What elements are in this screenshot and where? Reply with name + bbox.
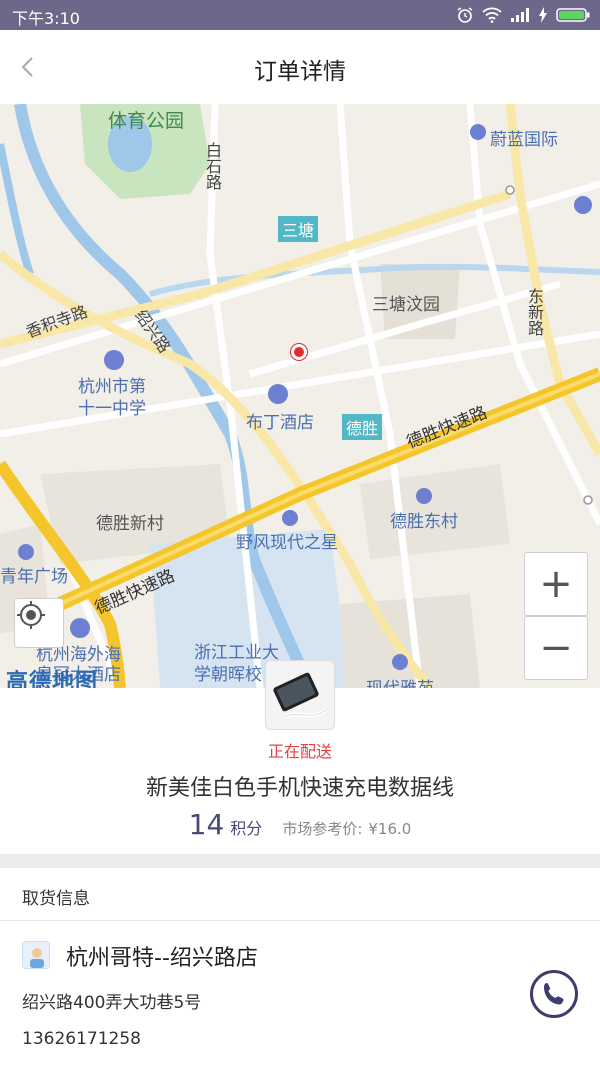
poi-label: 德胜新村 bbox=[96, 514, 164, 534]
poi-label: 青年广场 bbox=[0, 567, 68, 587]
page-title: 订单详情 bbox=[254, 59, 346, 85]
product-name: 新美佳白色手机快速充电数据线 bbox=[145, 776, 454, 801]
poi-building-icon bbox=[416, 488, 432, 504]
poi-label: 现代雅苑 bbox=[366, 674, 434, 688]
poi-label: 野风现代之星 bbox=[236, 533, 338, 553]
zoom-out-button[interactable]: − bbox=[524, 616, 588, 680]
alarm-icon bbox=[457, 7, 473, 23]
status-time: 下午3:10 bbox=[12, 9, 80, 28]
poi-building-icon bbox=[470, 124, 486, 140]
store-avatar bbox=[22, 941, 50, 969]
poi-label: 布丁酒店 bbox=[246, 413, 314, 433]
poi-school-icon bbox=[104, 350, 124, 370]
delivery-status: 正在配送 bbox=[267, 742, 332, 761]
wifi-icon bbox=[482, 7, 502, 23]
poi-hotel-icon bbox=[268, 384, 288, 404]
product-thumbnail[interactable] bbox=[265, 660, 335, 730]
nav-bar: 订单详情 bbox=[0, 30, 600, 104]
pickup-section-title: 取货信息 bbox=[22, 889, 90, 909]
map-logo: 高德地图 bbox=[6, 670, 99, 688]
poi-label: 十一中学 bbox=[78, 399, 146, 419]
points-value: 14 bbox=[188, 808, 225, 841]
phone-charger-image bbox=[266, 661, 334, 729]
status-icons bbox=[456, 6, 590, 24]
signal-icon bbox=[511, 8, 529, 22]
poi-label: 体育公园 bbox=[108, 110, 185, 132]
area-badge: 德胜 bbox=[342, 414, 383, 440]
charging-icon bbox=[539, 7, 547, 23]
battery-icon bbox=[556, 8, 590, 22]
crosshair-icon bbox=[17, 601, 45, 629]
store-logo-icon bbox=[23, 942, 49, 968]
poi-building-icon bbox=[18, 544, 34, 560]
poi-hotel-icon bbox=[70, 618, 90, 638]
poi-label: 三塘汶园 bbox=[372, 295, 440, 315]
store-phone: 13626171258 bbox=[22, 1029, 141, 1049]
poi-label: 学朝晖校 bbox=[194, 665, 262, 685]
store-name: 杭州哥特--绍兴路店 bbox=[66, 946, 258, 971]
location-pin-icon bbox=[291, 344, 307, 360]
locate-button[interactable] bbox=[14, 598, 64, 648]
poi-building-icon bbox=[392, 654, 408, 670]
area-badge: 三塘 bbox=[278, 216, 319, 242]
poi-hotel-icon bbox=[574, 196, 592, 214]
market-price-value: ¥16.0 bbox=[368, 820, 412, 838]
call-button[interactable] bbox=[530, 970, 578, 1018]
product-card: 正在配送 新美佳白色手机快速充电数据线 14 积分 市场参考价: ¥16.0 bbox=[0, 660, 600, 854]
poi-building-icon bbox=[282, 510, 298, 526]
divider-line bbox=[0, 920, 600, 921]
points-unit: 积分 bbox=[230, 819, 263, 838]
status-bar: 下午3:10 bbox=[0, 0, 600, 30]
poi-label: 蔚蓝国际 bbox=[490, 130, 558, 150]
section-divider bbox=[0, 854, 600, 868]
market-price-label: 市场参考价: bbox=[282, 820, 363, 838]
road-label: 白石路 bbox=[203, 142, 222, 190]
price-row: 14 积分 市场参考价: ¥16.0 bbox=[0, 808, 600, 841]
map-view[interactable]: 体育公园 蔚蓝国际 三塘汶园 杭州市第 十一中学 布丁酒店 德胜新村 野风现代之… bbox=[0, 104, 600, 688]
poi-label: 德胜东村 bbox=[390, 512, 458, 532]
store-address: 绍兴路400弄大功巷5号 bbox=[22, 993, 202, 1013]
phone-icon bbox=[544, 983, 564, 1005]
zoom-in-button[interactable]: + bbox=[524, 552, 588, 616]
road-label: 东新路 bbox=[525, 288, 544, 336]
